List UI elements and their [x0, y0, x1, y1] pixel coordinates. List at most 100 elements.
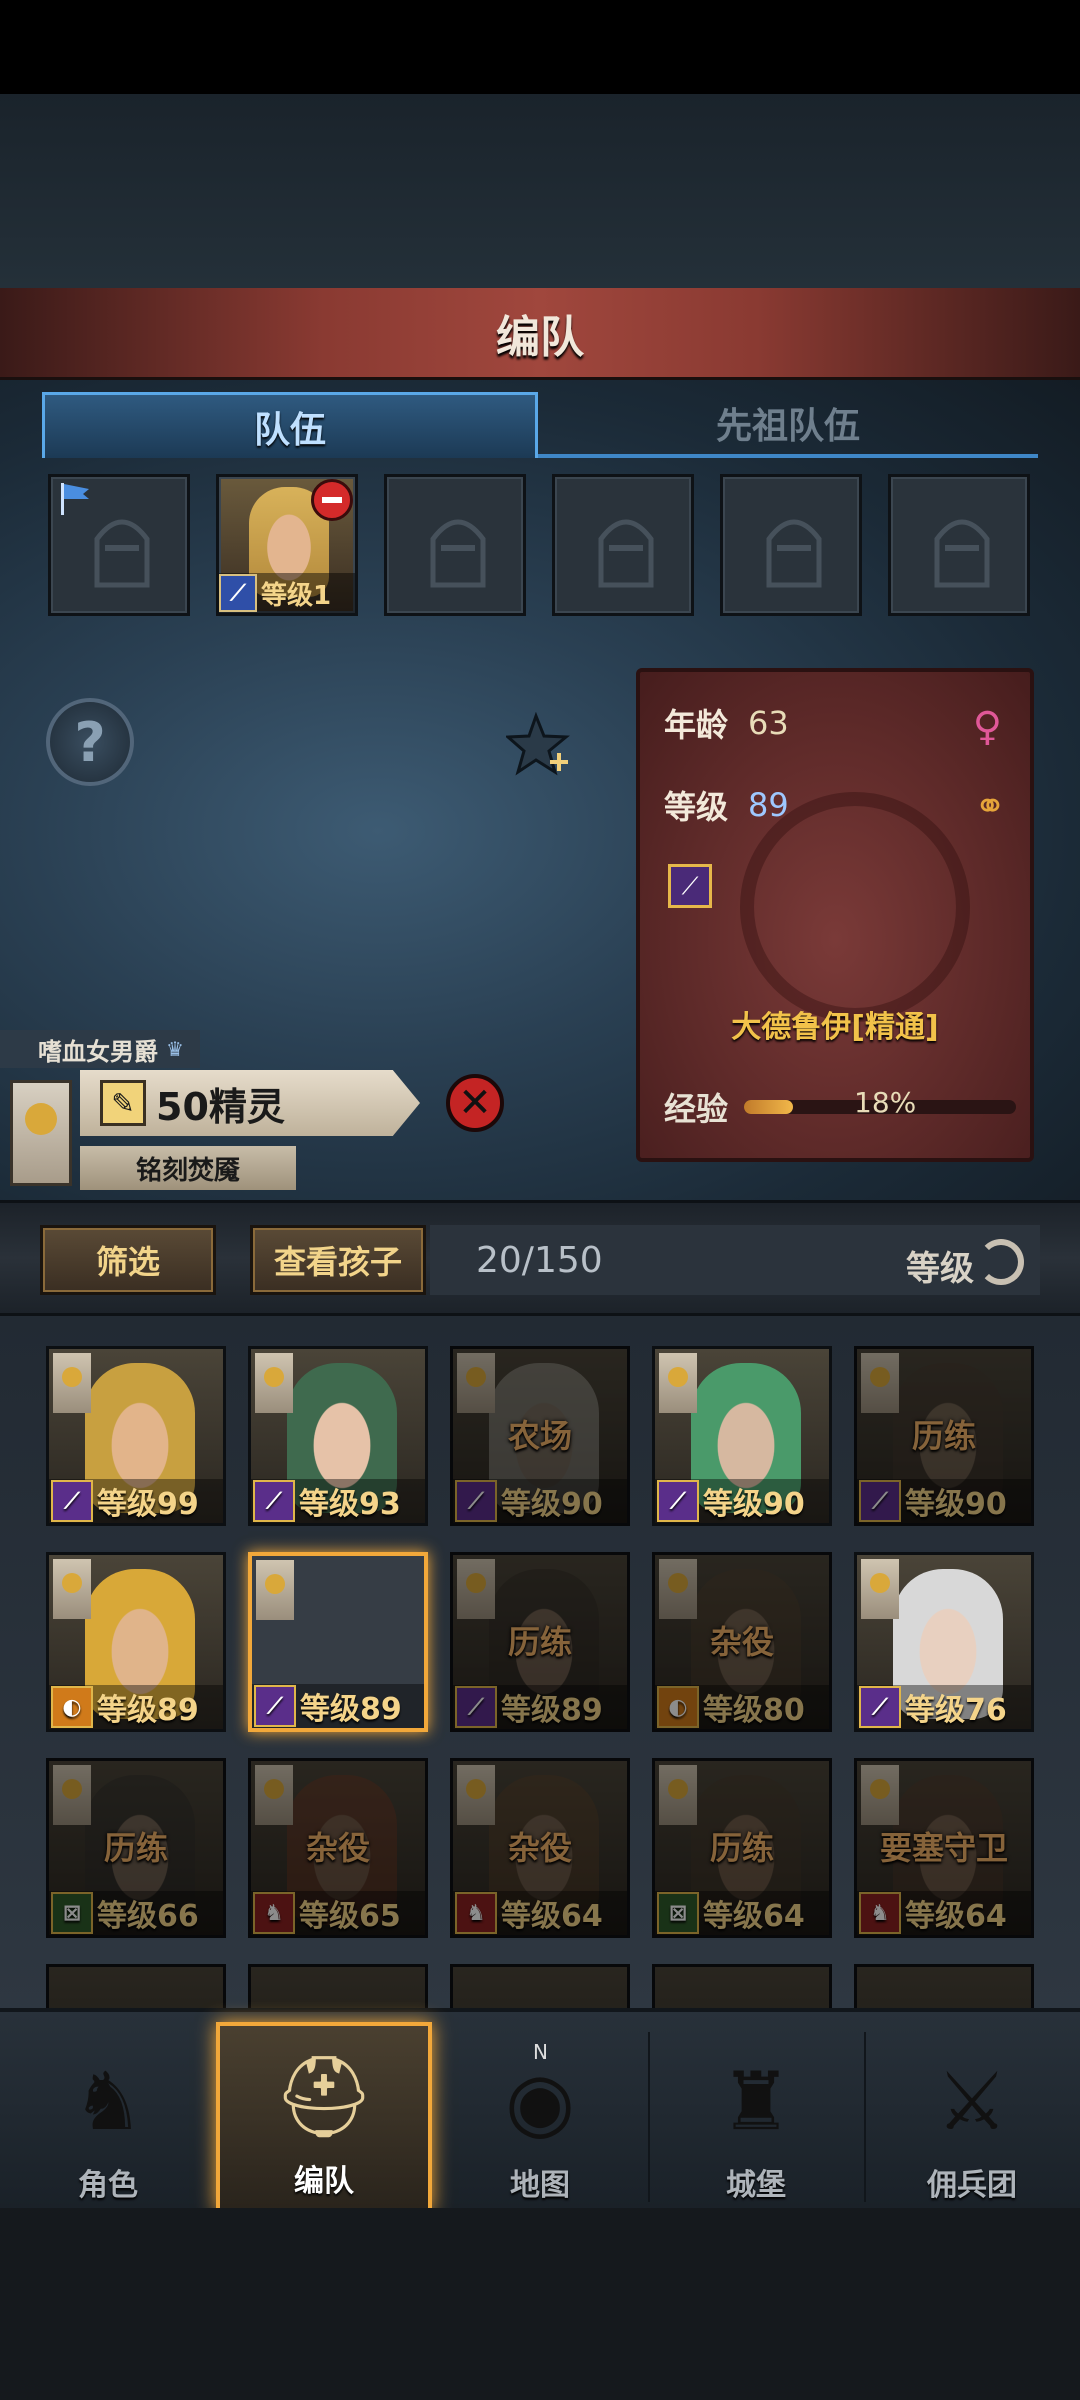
- crown-icon: ♛: [166, 1037, 184, 1061]
- tab-team[interactable]: 队伍: [42, 392, 538, 458]
- house-banner-icon: [861, 1559, 899, 1619]
- roster-card-partial[interactable]: [450, 1964, 630, 2008]
- roster-card[interactable]: 要塞守卫 ♞ 等级64: [854, 1758, 1034, 1938]
- roster-card-partial[interactable]: [854, 1964, 1034, 2008]
- level-bar: ⟋ 等级99: [49, 1479, 223, 1523]
- character-info-card: 年龄 63 ♀ 等级 89 ⚭ ⟋ 大德鲁伊[精通] 经验 18%: [636, 668, 1034, 1162]
- shield-icon: ◐: [657, 1686, 699, 1728]
- close-icon[interactable]: ✕: [446, 1074, 504, 1132]
- nav-label: 地图: [510, 2168, 570, 2203]
- refresh-sort-icon[interactable]: [978, 1239, 1024, 1285]
- wedding-ring-icon[interactable]: ⚭: [974, 784, 1006, 828]
- roster-card[interactable]: ⟋ 等级99: [46, 1346, 226, 1526]
- house-banner-icon: [255, 1765, 293, 1825]
- roster-card[interactable]: ⟋ 等级76: [854, 1552, 1034, 1732]
- team-slot-4[interactable]: [552, 474, 694, 616]
- level-label: 等级64: [501, 1899, 603, 1934]
- house-banner-icon: [53, 1765, 91, 1825]
- help-icon[interactable]: ?: [46, 698, 134, 786]
- level-bar: ♞ 等级65: [251, 1891, 425, 1935]
- class-name: 大德鲁伊[精通]: [731, 1010, 939, 1045]
- team-slot-5[interactable]: [720, 474, 862, 616]
- nav-mercenary[interactable]: ⚔ 佣兵团: [864, 2022, 1080, 2212]
- slot-level-bar: ⟋ 等级1: [219, 573, 355, 613]
- level-label: 等级65: [299, 1899, 401, 1934]
- bottom-nav: ♞ 角色 ⛑ 编队 N ◉ 地图 ♜ 城堡 ⚔ 佣兵团: [0, 2008, 1080, 2212]
- roster-card[interactable]: ⟋ 等级90: [652, 1346, 832, 1526]
- house-banner-icon: [659, 1559, 697, 1619]
- hero-subtitle: 铭刻焚魇: [80, 1146, 296, 1190]
- house-banner-icon: [53, 1353, 91, 1413]
- race-label: 50精灵: [156, 1084, 285, 1129]
- team-slot-1[interactable]: [48, 474, 190, 616]
- tab-ancestor-team[interactable]: 先祖队伍: [538, 392, 1038, 458]
- nav-label: 佣兵团: [927, 2168, 1017, 2203]
- level-label: 等级64: [905, 1899, 1007, 1934]
- level-bar: ⟋ 等级93: [251, 1479, 425, 1523]
- remove-member-icon[interactable]: [311, 479, 353, 521]
- mage-staff-icon: ⟋: [253, 1480, 295, 1522]
- roster-card[interactable]: 杂役 ♞ 等级64: [450, 1758, 630, 1938]
- level-bar: ⊠ 等级64: [655, 1891, 829, 1935]
- house-banner-icon: [861, 1765, 899, 1825]
- roster-card[interactable]: 历练 ⊠ 等级64: [652, 1758, 832, 1938]
- level-value: 89: [748, 786, 789, 824]
- exp-percent: 18%: [854, 1086, 917, 1119]
- roster-card[interactable]: 历练 ⟋ 等级89: [450, 1552, 630, 1732]
- mage-staff-icon: ⟋: [254, 1685, 296, 1727]
- level-bar: ◐ 等级89: [49, 1685, 223, 1729]
- roster-card[interactable]: 历练 ⟋ 等级90: [854, 1346, 1034, 1526]
- roster-card[interactable]: 历练 ⊠ 等级66: [46, 1758, 226, 1938]
- level-label: 等级89: [300, 1692, 402, 1727]
- level-row: 等级 89: [664, 782, 789, 828]
- nav-castle[interactable]: ♜ 城堡: [648, 2022, 864, 2212]
- job-label: 农场: [507, 1417, 572, 1455]
- roster-card[interactable]: 农场 ⟋ 等级90: [450, 1346, 630, 1526]
- page-title: 编队: [496, 311, 584, 363]
- roster-card[interactable]: ⟋ 等级89: [248, 1552, 428, 1732]
- female-gender-icon: ♀: [972, 704, 1002, 750]
- house-banner-icon: [457, 1353, 495, 1413]
- mage-staff-icon: ⟋: [859, 1480, 901, 1522]
- job-label: 历练: [709, 1829, 774, 1867]
- nav-role[interactable]: ♞ 角色: [0, 2022, 216, 2212]
- sun-icon: [25, 1103, 57, 1135]
- roster-card[interactable]: ⟋ 等级93: [248, 1346, 428, 1526]
- roster-card[interactable]: 杂役 ◐ 等级80: [652, 1552, 832, 1732]
- knight-icon: ♞: [72, 2054, 144, 2148]
- level-bar: ⟋ 等级90: [453, 1479, 627, 1523]
- roster-card[interactable]: ◐ 等级89: [46, 1552, 226, 1732]
- team-slot-2[interactable]: ⟋ 等级1: [216, 474, 358, 616]
- view-children-button[interactable]: 查看孩子: [250, 1225, 426, 1295]
- mage-staff-icon: ⟋: [657, 1480, 699, 1522]
- mage-staff-icon: ⟋: [51, 1480, 93, 1522]
- star-add-icon[interactable]: [506, 712, 572, 778]
- level-bar: ⟋ 等级90: [655, 1479, 829, 1523]
- roster-card-partial[interactable]: [46, 1964, 226, 2008]
- level-bar: ⊠ 等级66: [49, 1891, 223, 1935]
- nav-label: 角色: [78, 2168, 138, 2203]
- empty-slot-helmet-icon: [94, 519, 150, 588]
- sort-label[interactable]: 等级: [906, 1241, 974, 1290]
- team-slot-6[interactable]: [888, 474, 1030, 616]
- job-label: 历练: [911, 1417, 976, 1455]
- level-bar: ♞ 等级64: [857, 1891, 1031, 1935]
- mage-staff-icon[interactable]: ⟋: [668, 864, 712, 908]
- nav-label: 编队: [294, 2164, 354, 2199]
- roster-card-partial[interactable]: [652, 1964, 832, 2008]
- nav-map[interactable]: N ◉ 地图: [432, 2022, 648, 2212]
- title-banner: 编队: [0, 288, 1080, 380]
- level-label: 等级: [664, 788, 729, 826]
- nav-formation[interactable]: ⛑ 编队: [216, 2022, 432, 2212]
- edit-icon[interactable]: ✎: [100, 1080, 146, 1126]
- castle-icon: ♜: [720, 2054, 792, 2148]
- roster-card-partial[interactable]: [248, 1964, 428, 2008]
- age-label: 年龄: [664, 706, 729, 744]
- roster-card[interactable]: 杂役 ♞ 等级65: [248, 1758, 428, 1938]
- filter-button[interactable]: 筛选: [40, 1225, 216, 1295]
- team-slot-3[interactable]: [384, 474, 526, 616]
- house-banner-icon: [53, 1559, 91, 1619]
- race-ribbon[interactable]: ✎ 50精灵: [80, 1070, 420, 1136]
- mage-staff-icon: ⟋: [455, 1686, 497, 1728]
- noble-title-tag[interactable]: 嗜血女男爵 ♛: [0, 1030, 200, 1068]
